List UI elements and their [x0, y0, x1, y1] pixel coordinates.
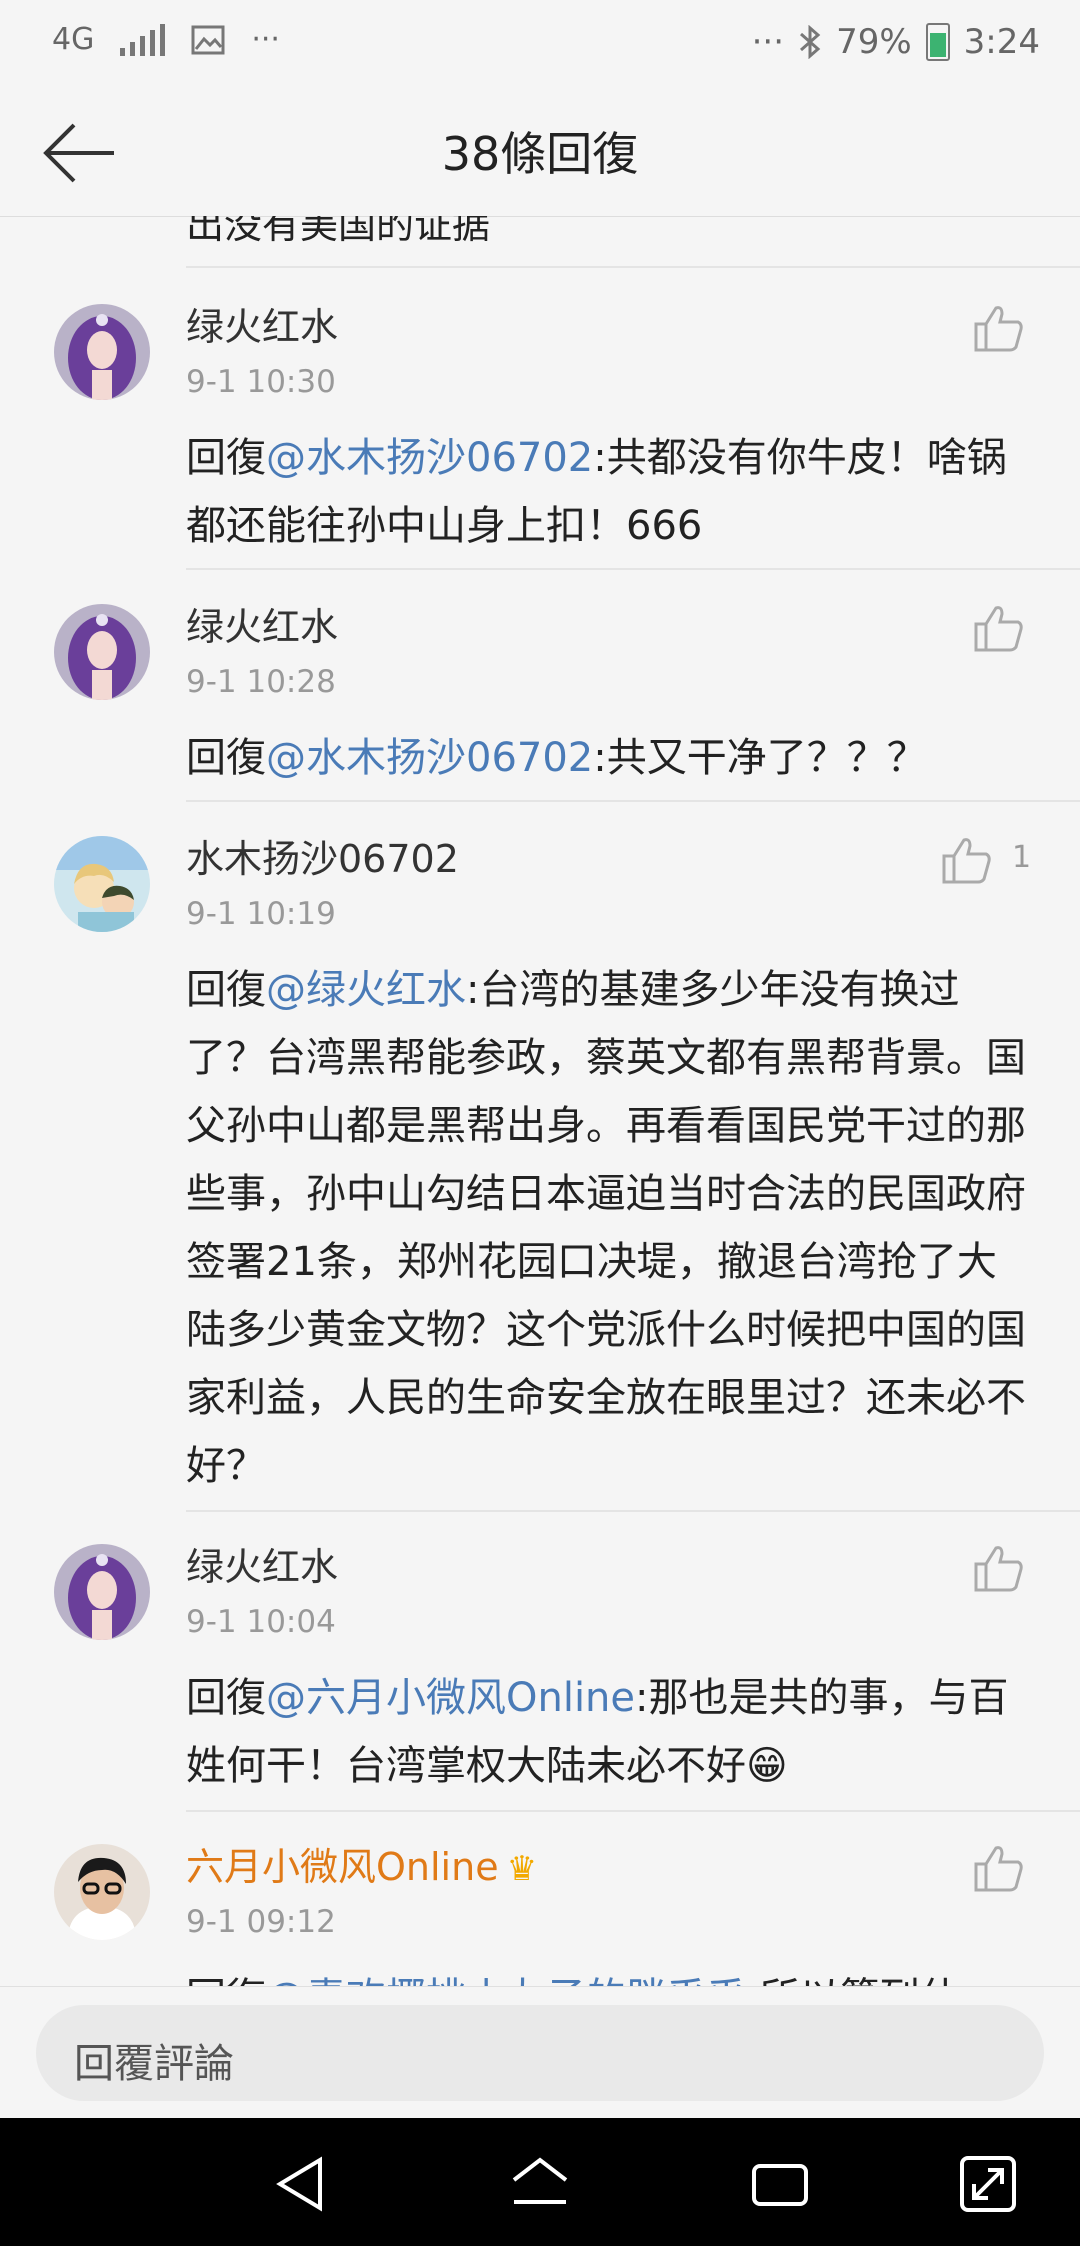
header: 38條回復 [0, 90, 1080, 217]
username[interactable]: 绿火红水 [186, 296, 338, 351]
nav-home-icon[interactable] [508, 2152, 572, 2216]
thumbs-up-icon[interactable] [940, 834, 994, 886]
system-nav-bar [0, 2118, 1080, 2246]
timestamp: 9-1 10:28 [186, 664, 336, 700]
reply-prefix: 回復 [186, 735, 266, 781]
comment-body: :所以篡列什 [746, 1975, 959, 1986]
divider [186, 1510, 1080, 1512]
more-notifications: ··· [251, 22, 280, 57]
battery-percent: 79% [836, 22, 912, 62]
comment-text: 回復@六月小微风Online:那也是共的事，与百姓何干！台湾掌权大陆未必不好😁 [186, 1664, 1036, 1800]
nav-expand-icon[interactable] [956, 2152, 1020, 2216]
mention-link[interactable]: @水木扬沙06702 [266, 435, 593, 481]
reply-prefix: 回復 [186, 1975, 266, 1986]
nav-recents-icon[interactable] [748, 2152, 812, 2216]
reply-prefix: 回復 [186, 967, 266, 1013]
nav-back-icon[interactable] [270, 2152, 334, 2216]
comment-list[interactable]: 出没有美国的证据 绿火红水 9-1 10:30 回復@水木扬沙06702:共都没… [0, 216, 1080, 1986]
username-text: 六月小微风Online [186, 1845, 499, 1889]
timestamp: 9-1 09:12 [186, 1904, 336, 1940]
avatar[interactable] [54, 304, 150, 400]
page-title: 38條回復 [441, 127, 639, 181]
thumbs-up-icon[interactable] [972, 302, 1026, 354]
reply-input[interactable]: 回覆評論 [36, 2005, 1044, 2101]
signal-icon [120, 23, 166, 56]
more-status: ··· [751, 22, 785, 62]
reply-prefix: 回復 [186, 435, 266, 481]
thumbs-up-icon[interactable] [972, 1542, 1026, 1594]
thumbs-up-icon[interactable] [972, 602, 1026, 654]
mention-link[interactable]: @绿火红水 [266, 967, 466, 1013]
divider [186, 266, 1080, 268]
timestamp: 9-1 10:04 [186, 1604, 336, 1640]
avatar[interactable] [54, 1844, 150, 1940]
comment-item[interactable]: 绿火红水 9-1 10:30 回復@水木扬沙06702:共都没有你牛皮！啥锅都还… [0, 294, 1080, 549]
comment-body: :共又干净了？？？ [593, 735, 927, 781]
comment-item[interactable]: 六月小微风Online♛ 9-1 09:12 回復@青欢椰桃小丸子的胖乎乎:所以… [0, 1834, 1080, 1986]
reply-bar: 回覆評論 [0, 1986, 1080, 2119]
avatar[interactable] [54, 1544, 150, 1640]
username[interactable]: 绿火红水 [186, 1536, 338, 1591]
avatar[interactable] [54, 604, 150, 700]
status-bar: 4G ··· ··· 79% 3:24 [0, 0, 1080, 90]
like-count: 1 [1012, 840, 1032, 875]
divider [186, 568, 1080, 570]
vip-crown-icon: ♛ [506, 1849, 538, 1889]
status-left: 4G ··· [52, 22, 280, 57]
status-right: ··· 79% 3:24 [752, 22, 1040, 62]
comment-text: 回復@青欢椰桃小丸子的胖乎乎:所以篡列什 [186, 1964, 1036, 1986]
reply-prefix: 回復 [186, 1675, 266, 1721]
reply-placeholder: 回覆評論 [74, 2041, 234, 2087]
divider [186, 1810, 1080, 1812]
comment-text: 回復@绿火红水:台湾的基建多少年没有换过了？台湾黑帮能参政，蔡英文都有黑帮背景。… [186, 956, 1036, 1500]
mention-link[interactable]: @六月小微风Online [266, 1675, 635, 1721]
username[interactable]: 水木扬沙06702 [186, 828, 459, 883]
image-notification-icon [191, 25, 225, 54]
username[interactable]: 绿火红水 [186, 596, 338, 651]
thumbs-up-icon[interactable] [972, 1842, 1026, 1894]
mention-link[interactable]: @青欢椰桃小丸子的胖乎乎 [266, 1975, 746, 1986]
comment-item[interactable]: 绿火红水 9-1 10:28 回復@水木扬沙06702:共又干净了？？？ [0, 594, 1080, 794]
network-type: 4G [52, 21, 95, 57]
mention-link[interactable]: @水木扬沙06702 [266, 735, 593, 781]
comment-text: 回復@水木扬沙06702:共都没有你牛皮！啥锅都还能往孙中山身上扣！666 [186, 424, 1036, 560]
avatar[interactable] [54, 836, 150, 932]
comment-text: 回復@水木扬沙06702:共又干净了？？？ [186, 724, 1036, 792]
divider [186, 800, 1080, 802]
battery-icon [925, 23, 950, 61]
timestamp: 9-1 10:19 [186, 896, 336, 932]
comment-body: :台湾的基建多少年没有换过了？台湾黑帮能参政，蔡英文都有黑帮背景。国父孙中山都是… [186, 967, 1026, 1489]
bluetooth-icon [800, 25, 821, 59]
clock: 3:24 [963, 22, 1040, 62]
partial-comment-text: 出没有美国的证据 [186, 216, 491, 247]
username[interactable]: 六月小微风Online ♛ [186, 1836, 537, 1891]
comment-item[interactable]: 绿火红水 9-1 10:04 回復@六月小微风Online:那也是共的事，与百姓… [0, 1534, 1080, 1789]
timestamp: 9-1 10:30 [186, 364, 336, 400]
